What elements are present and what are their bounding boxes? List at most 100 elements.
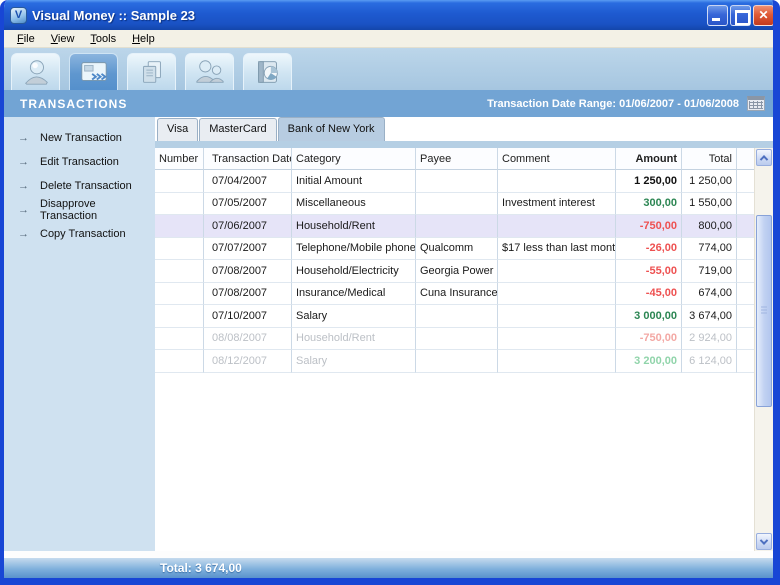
cell-category: Insurance/Medical — [292, 283, 416, 306]
cell-total: 800,00 — [682, 215, 737, 238]
transactions-table: Number Transaction Date Category Payee C… — [155, 148, 754, 551]
column-header-total[interactable]: Total — [682, 148, 737, 170]
cell-amount: 300,00 — [616, 193, 682, 216]
arrow-icon: → — [18, 204, 40, 216]
maximize-button[interactable] — [730, 5, 751, 26]
cell-amount: -750,00 — [616, 215, 682, 238]
cell-payee — [416, 350, 498, 373]
cell-comment: $17 less than last month — [498, 238, 616, 261]
scrollbar-thumb[interactable] — [756, 215, 772, 407]
column-header-amount[interactable]: Amount — [616, 148, 682, 170]
transactions-button[interactable] — [69, 53, 118, 90]
transactions-table-body: 07/04/2007Initial Amount1 250,001 250,00… — [155, 170, 754, 373]
column-header-date[interactable]: Transaction Date — [204, 148, 292, 170]
cell-total: 719,00 — [682, 260, 737, 283]
column-header-filler — [737, 148, 754, 170]
tab-bank-of-new-york[interactable]: Bank of New York — [278, 117, 385, 141]
date-range-label: Transaction Date Range: 01/06/2007 - 01/… — [487, 98, 739, 110]
cell-amount: -45,00 — [616, 283, 682, 306]
tab-visa[interactable]: Visa — [157, 118, 198, 141]
column-header-comment[interactable]: Comment — [498, 148, 616, 170]
table-row[interactable]: 07/08/2007Household/ElectricityGeorgia P… — [155, 260, 754, 283]
copy-documents-button[interactable] — [127, 53, 176, 90]
sidebar-item-disapprove-transaction[interactable]: → Disapprove Transaction — [4, 198, 155, 222]
cell-filler — [737, 283, 754, 306]
sidebar-item-delete-transaction[interactable]: → Delete Transaction — [4, 174, 155, 198]
table-row[interactable]: 08/08/2007Household/Rent-750,002 924,00 — [155, 328, 754, 351]
cell-date: 07/07/2007 — [204, 238, 292, 261]
table-row[interactable]: 07/10/2007Salary3 000,003 674,00 — [155, 305, 754, 328]
cell-amount: -26,00 — [616, 238, 682, 261]
menu-tools[interactable]: Tools — [83, 32, 123, 46]
table-row[interactable]: 07/06/2007Household/Rent-750,00800,00 — [155, 215, 754, 238]
table-row[interactable]: 07/08/2007Insurance/MedicalCuna Insuranc… — [155, 283, 754, 306]
app-window: V Visual Money :: Sample 23 File View To… — [0, 0, 780, 585]
payees-button[interactable] — [185, 53, 234, 90]
cell-amount: 3 200,00 — [616, 350, 682, 373]
arrow-icon: → — [18, 228, 40, 240]
cell-filler — [737, 238, 754, 261]
cell-date: 07/10/2007 — [204, 305, 292, 328]
cell-number — [155, 170, 204, 193]
table-row[interactable]: 07/05/2007MiscellaneousInvestment intere… — [155, 193, 754, 216]
person-icon — [21, 57, 51, 87]
cell-amount: -55,00 — [616, 260, 682, 283]
sidebar-item-label: Edit Transaction — [40, 156, 119, 168]
menu-help[interactable]: Help — [125, 32, 162, 46]
arrow-icon: → — [18, 180, 40, 192]
title-bar[interactable]: V Visual Money :: Sample 23 — [0, 0, 780, 30]
window-controls — [707, 5, 774, 26]
cell-total: 674,00 — [682, 283, 737, 306]
table-row[interactable]: 07/07/2007Telephone/Mobile phoneQualcomm… — [155, 238, 754, 261]
cell-amount: -750,00 — [616, 328, 682, 351]
status-bar: Total: 3 674,00 — [4, 551, 773, 578]
accounts-button[interactable] — [11, 53, 60, 90]
column-header-payee[interactable]: Payee — [416, 148, 498, 170]
menu-view[interactable]: View — [44, 32, 82, 46]
sidebar-item-label: New Transaction — [40, 132, 122, 144]
sidebar-item-edit-transaction[interactable]: → Edit Transaction — [4, 150, 155, 174]
sidebar-item-label: Delete Transaction — [40, 180, 132, 192]
calendar-icon[interactable] — [747, 96, 765, 111]
arrow-icon: → — [18, 156, 40, 168]
menu-bar: File View Tools Help — [4, 30, 773, 48]
sidebar-item-new-transaction[interactable]: → New Transaction — [4, 126, 155, 150]
sidebar-item-copy-transaction[interactable]: → Copy Transaction — [4, 222, 155, 246]
cell-payee: Georgia Power — [416, 260, 498, 283]
cell-comment — [498, 328, 616, 351]
cell-total: 774,00 — [682, 238, 737, 261]
sidebar: → New Transaction → Edit Transaction → D… — [4, 117, 155, 551]
menu-file[interactable]: File — [10, 32, 42, 46]
cell-comment — [498, 260, 616, 283]
table-row[interactable]: 07/04/2007Initial Amount1 250,001 250,00 — [155, 170, 754, 193]
toolbar — [4, 48, 773, 90]
people-icon — [195, 57, 225, 87]
cell-payee — [416, 193, 498, 216]
cell-comment: Investment interest — [498, 193, 616, 216]
cell-date: 07/05/2007 — [204, 193, 292, 216]
account-tabs: Visa MasterCard Bank of New York — [155, 117, 773, 141]
cell-payee — [416, 305, 498, 328]
page-title: TRANSACTIONS — [20, 97, 487, 111]
chevron-up-icon — [760, 155, 768, 163]
column-header-number[interactable]: Number — [155, 148, 204, 170]
column-header-category[interactable]: Category — [292, 148, 416, 170]
app-logo-icon: V — [10, 7, 27, 24]
cell-total: 1 250,00 — [682, 170, 737, 193]
cell-category: Telephone/Mobile phone — [292, 238, 416, 261]
close-button[interactable] — [753, 5, 774, 26]
cell-category: Household/Electricity — [292, 260, 416, 283]
tab-mastercard[interactable]: MasterCard — [199, 118, 276, 141]
cell-category: Household/Rent — [292, 328, 416, 351]
cell-payee — [416, 170, 498, 193]
reports-button[interactable] — [243, 53, 292, 90]
cell-comment — [498, 350, 616, 373]
scroll-up-button[interactable] — [756, 149, 772, 166]
cell-filler — [737, 215, 754, 238]
minimize-button[interactable] — [707, 5, 728, 26]
sidebar-item-label: Disapprove Transaction — [40, 198, 155, 222]
table-row[interactable]: 08/12/2007Salary3 200,006 124,00 — [155, 350, 754, 373]
scroll-down-button[interactable] — [756, 533, 772, 550]
section-bar: TRANSACTIONS Transaction Date Range: 01/… — [4, 90, 773, 117]
vertical-scrollbar[interactable] — [754, 148, 773, 551]
